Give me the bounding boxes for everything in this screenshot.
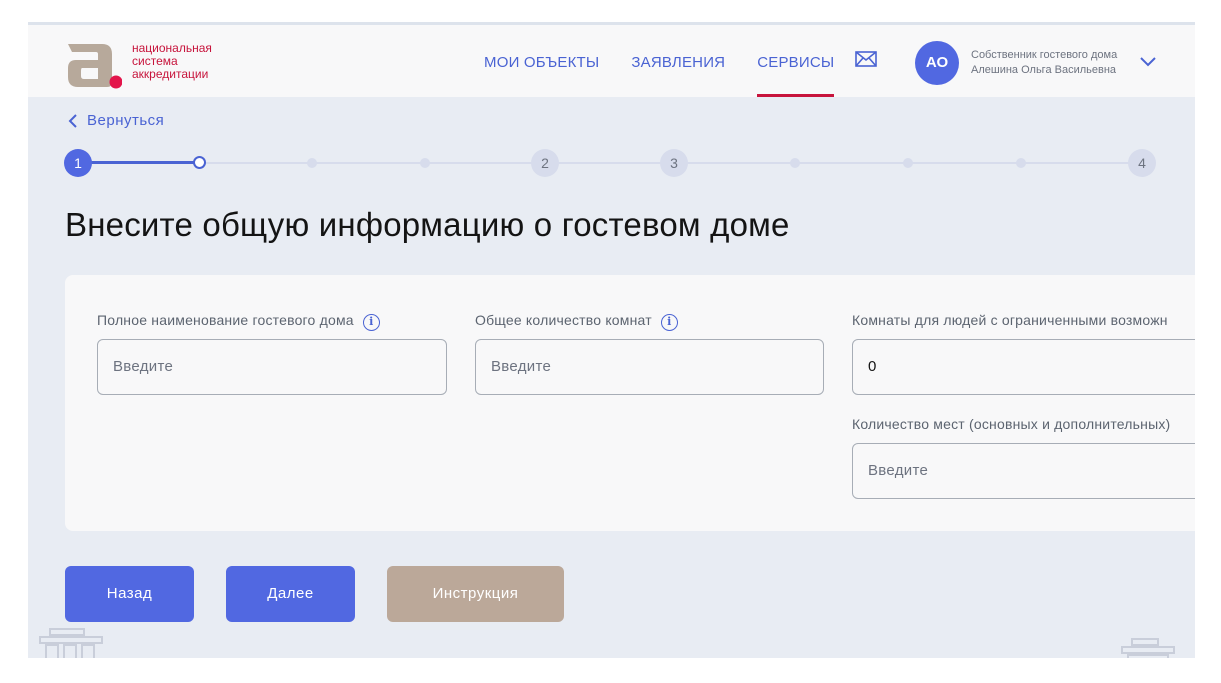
info-icon[interactable]: i [362,314,380,331]
chevron-down-icon[interactable] [1140,54,1156,67]
field-label-places-count: Количество мест (основных и дополнительн… [852,416,1171,432]
logo-line-3: аккредитации [132,67,209,81]
nav-applications[interactable]: ЗАЯВЛЕНИЯ [631,25,725,97]
stepper-track [78,162,1145,164]
instruction-button[interactable]: Инструкция [387,566,564,622]
logo-text: национальная система аккредитации [132,42,212,81]
substep [903,158,913,168]
stepper-track-progress [78,161,200,164]
substep [307,158,317,168]
app-frame: национальная система аккредитации МОИ ОБ… [28,22,1195,658]
logo[interactable]: национальная система аккредитации [64,38,212,90]
field-label-room-count: Общее количество комнат i [475,312,678,331]
next-button[interactable]: Далее [226,566,355,622]
info-icon[interactable]: i [660,314,678,331]
top-header: национальная система аккредитации МОИ ОБ… [28,25,1195,97]
field-label-text: Полное наименование гостевого дома [97,312,354,328]
back-link-label: Вернуться [87,112,165,129]
field-label-text: Общее количество комнат [475,312,652,328]
form-card: Полное наименование гостевого дома i Введ… [65,275,1195,531]
nav-my-objects[interactable]: МОИ ОБЪЕКТЫ [484,25,599,97]
building-illustration-icon [1121,638,1175,658]
building-illustration-icon [39,628,103,658]
nav-services[interactable]: СЕРВИСЫ [757,25,835,97]
back-button[interactable]: Назад [65,566,194,622]
substep [1016,158,1026,168]
user-name: Алешина Ольга Васильевна [971,64,1117,76]
progress-stepper: 1 2 3 4 [64,148,1159,178]
places-count-input[interactable]: Введите [852,443,1195,499]
substep [420,158,430,168]
field-label-guesthouse-name: Полное наименование гостевого дома i [97,312,380,331]
step-4[interactable]: 4 [1128,149,1156,177]
step-2[interactable]: 2 [531,149,559,177]
main-nav: МОИ ОБЪЕКТЫ ЗАЯВЛЕНИЯ СЕРВИСЫ [484,25,866,97]
avatar[interactable]: АО [915,41,959,85]
logo-mark-icon [64,38,123,90]
substep-current [193,156,206,169]
page-title: Внесите общую информацию о гостевом доме [65,206,790,243]
chevron-left-icon [68,113,77,128]
step-3[interactable]: 3 [660,149,688,177]
envelope-icon[interactable] [855,51,877,67]
room-count-input[interactable]: Введите [475,339,824,395]
guesthouse-name-input[interactable]: Введите [97,339,447,395]
back-link[interactable]: Вернуться [68,112,164,129]
accessible-rooms-input[interactable]: 0 [852,339,1195,395]
step-1[interactable]: 1 [64,149,92,177]
field-label-accessible-rooms: Комнаты для людей с ограниченными возмож… [852,312,1168,328]
user-role: Собственник гостевого дома [971,49,1118,61]
user-info[interactable]: Собственник гостевого дома Алешина Ольга… [971,48,1117,78]
substep [790,158,800,168]
